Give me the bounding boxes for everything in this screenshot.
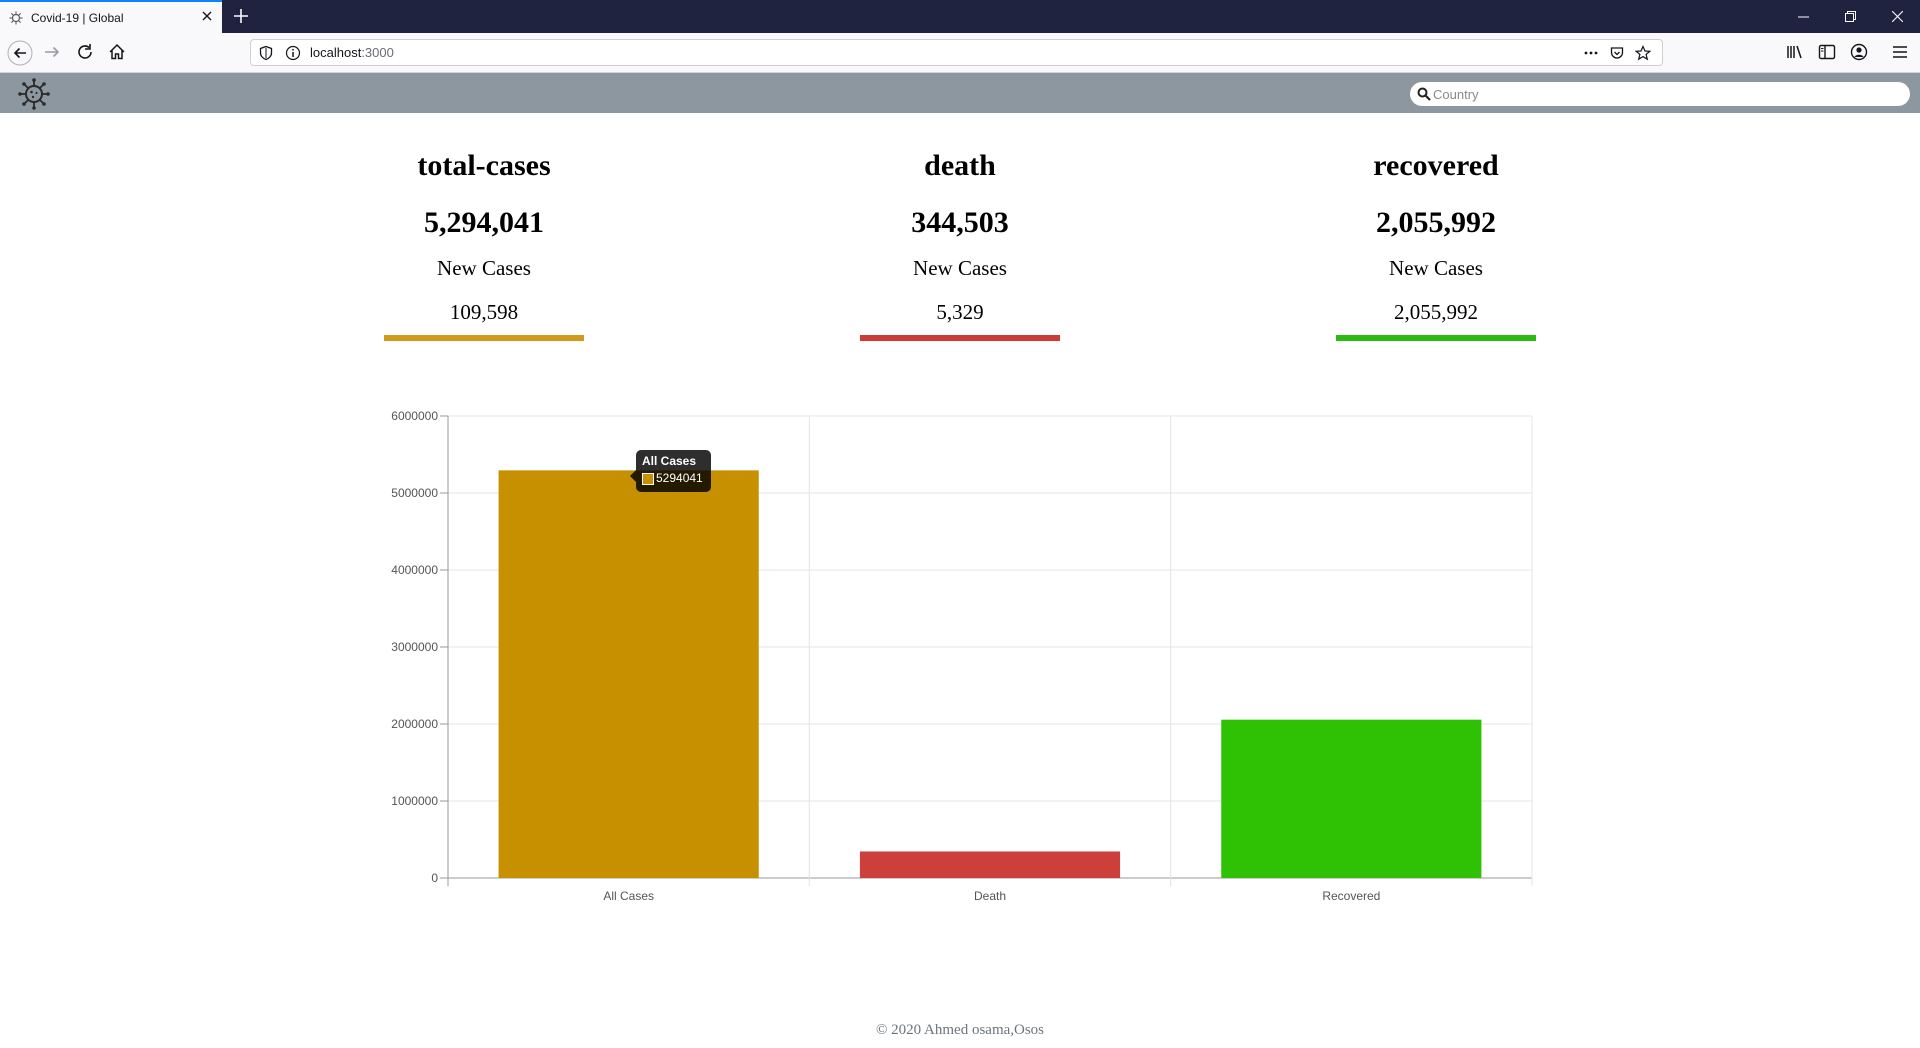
stat-label: total-cases bbox=[417, 149, 551, 182]
shield-icon[interactable] bbox=[258, 45, 274, 61]
restore-window-button[interactable] bbox=[1827, 0, 1873, 33]
bar-recovered bbox=[1221, 719, 1482, 878]
url-host: localhost bbox=[310, 45, 362, 60]
stat-color-bar bbox=[1336, 335, 1536, 341]
url-text: localhost:3000 bbox=[310, 45, 394, 60]
bar-all-cases bbox=[498, 470, 759, 878]
stat-new-cases-value: 5,329 bbox=[936, 300, 984, 324]
y-tick-label: 2000000 bbox=[391, 717, 438, 731]
url-port: :3000 bbox=[361, 45, 394, 60]
y-tick-label: 1000000 bbox=[391, 794, 438, 808]
stat-card-total-cases: total-cases 5,294,041 New Cases 109,598 bbox=[304, 148, 664, 341]
stat-value: 344,503 bbox=[911, 206, 1009, 239]
minimize-window-button[interactable] bbox=[1780, 0, 1826, 33]
chart-tooltip: All Cases 5294041 bbox=[630, 450, 711, 492]
stat-new-cases-value: 2,055,992 bbox=[1394, 300, 1478, 324]
close-window-button[interactable] bbox=[1874, 0, 1920, 33]
stat-value: 2,055,992 bbox=[1376, 206, 1496, 239]
stat-card-death: death 344,503 New Cases 5,329 bbox=[780, 148, 1140, 341]
tooltip-title: All Cases bbox=[642, 454, 697, 468]
info-icon[interactable] bbox=[285, 45, 301, 61]
stat-card-recovered: recovered 2,055,992 New Cases 2,055,992 bbox=[1256, 148, 1616, 341]
app-header bbox=[0, 73, 1920, 113]
tooltip-value: 5294041 bbox=[656, 471, 703, 485]
browser-tab[interactable]: Covid-19 | Global bbox=[0, 0, 222, 33]
x-tick-label: All Cases bbox=[603, 889, 654, 903]
new-tab-plus-icon[interactable] bbox=[231, 6, 251, 26]
tooltip-color-swatch bbox=[642, 473, 654, 485]
y-tick-label: 4000000 bbox=[391, 563, 438, 577]
library-icon[interactable] bbox=[1784, 41, 1806, 63]
browser-tab-strip: Covid-19 | Global bbox=[0, 0, 1920, 33]
y-tick-label: 5000000 bbox=[391, 486, 438, 500]
close-window-icon bbox=[1892, 11, 1903, 22]
stat-label: recovered bbox=[1373, 149, 1499, 182]
reload-icon[interactable] bbox=[74, 41, 96, 63]
bar-death bbox=[859, 851, 1121, 878]
bookmark-star-icon[interactable] bbox=[1635, 45, 1651, 61]
stat-new-cases-value: 109,598 bbox=[449, 300, 519, 324]
sidebar-icon[interactable] bbox=[1816, 41, 1838, 63]
tab-title: Covid-19 | Global bbox=[31, 11, 124, 25]
search-icon bbox=[1417, 87, 1431, 101]
x-tick-label: Death bbox=[974, 889, 1006, 903]
close-tab-icon[interactable] bbox=[199, 8, 215, 24]
stat-new-cases-label: New Cases bbox=[1389, 256, 1483, 280]
browser-toolbar: localhost:3000 bbox=[0, 33, 1920, 73]
cases-bar-chart: 0 1000000 2000000 3000000 4000000 5000000 6000… bbox=[391, 409, 1533, 903]
account-icon[interactable] bbox=[1848, 41, 1870, 63]
country-search-input[interactable] bbox=[1433, 84, 1898, 104]
back-icon[interactable] bbox=[7, 40, 33, 66]
home-icon[interactable] bbox=[106, 41, 128, 63]
stat-value: 5,294,041 bbox=[424, 206, 544, 239]
y-tick-label: 6000000 bbox=[391, 409, 438, 423]
x-tick-label: Recovered bbox=[1322, 889, 1380, 903]
y-tick-label: 0 bbox=[431, 871, 438, 885]
minimize-icon bbox=[1798, 16, 1809, 18]
pocket-icon[interactable] bbox=[1609, 45, 1625, 61]
more-icon[interactable] bbox=[1583, 45, 1599, 61]
url-bar[interactable]: localhost:3000 bbox=[250, 39, 1663, 66]
stat-label: death bbox=[924, 149, 996, 182]
forward-icon[interactable] bbox=[41, 41, 63, 63]
stat-new-cases-label: New Cases bbox=[913, 256, 1007, 280]
menu-icon[interactable] bbox=[1889, 41, 1911, 63]
footer-copyright: © 2020 Ahmed osama,Osos bbox=[875, 1022, 1045, 1038]
y-tick-label: 3000000 bbox=[391, 640, 438, 654]
stat-color-bar bbox=[384, 335, 584, 341]
restore-icon bbox=[1845, 11, 1856, 22]
virus-favicon-icon bbox=[9, 11, 23, 25]
stat-color-bar bbox=[860, 335, 1060, 341]
country-search bbox=[1410, 82, 1910, 106]
stat-new-cases-label: New Cases bbox=[437, 256, 531, 280]
virus-logo-icon[interactable] bbox=[18, 78, 50, 110]
